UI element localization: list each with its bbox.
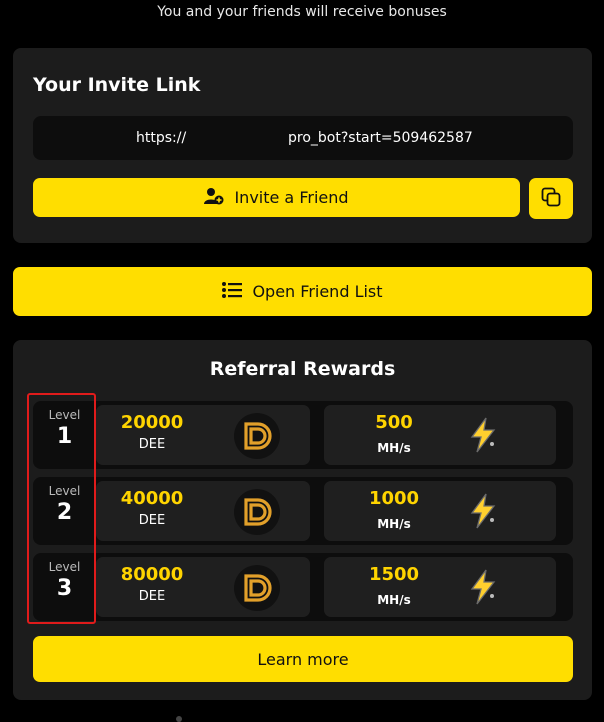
referral-rewards-card: Referral Rewards Level 1 20000 DEE 500 M… — [13, 340, 592, 700]
reward-row: Level 2 40000 DEE 1000 MH/s — [33, 477, 573, 545]
copy-icon — [541, 187, 561, 211]
hashrate-unit: MH/s — [377, 593, 411, 607]
lightning-icon — [470, 493, 496, 529]
copy-link-button[interactable] — [529, 178, 573, 219]
dee-coin-icon — [234, 565, 280, 611]
reward-row: Level 3 80000 DEE 1500 MH/s — [33, 553, 573, 621]
dee-coin-icon — [234, 413, 280, 459]
hashrate-amount: 1000 — [368, 488, 420, 509]
level-highlight-box — [27, 393, 96, 624]
dee-unit: DEE — [138, 437, 166, 452]
add-user-icon — [204, 187, 224, 209]
page-subtitle: You and your friends will receive bonuse… — [157, 4, 447, 20]
hashrate-unit: MH/s — [377, 441, 411, 455]
hashrate-unit: MH/s — [377, 517, 411, 531]
hashrate-reward: 500 MH/s — [324, 405, 556, 465]
learn-more-label: Learn more — [257, 649, 349, 669]
invite-friend-label: Invite a Friend — [234, 188, 349, 207]
reward-row: Level 1 20000 DEE 500 MH/s — [33, 401, 573, 469]
open-friend-list-label: Open Friend List — [252, 282, 383, 301]
dee-reward: 80000 DEE — [96, 557, 310, 617]
learn-more-button[interactable]: Learn more — [33, 636, 573, 682]
dee-coin-icon — [234, 489, 280, 535]
invite-link-suffix: pro_bot?start=509462587 — [288, 130, 473, 146]
referral-rewards-title: Referral Rewards — [209, 358, 396, 380]
dee-amount: 20000 — [120, 412, 184, 433]
invite-link-title: Your Invite Link — [33, 74, 201, 96]
hashrate-amount: 1500 — [368, 564, 420, 585]
dee-reward: 40000 DEE — [96, 481, 310, 541]
invite-link-field[interactable]: https:// pro_bot?start=509462587 — [33, 116, 573, 160]
bottom-indicator — [176, 716, 182, 722]
hashrate-reward: 1000 MH/s — [324, 481, 556, 541]
invite-link-card: Your Invite Link https:// pro_bot?start=… — [13, 48, 592, 243]
dee-amount: 80000 — [120, 564, 184, 585]
list-icon — [222, 281, 243, 302]
dee-unit: DEE — [138, 513, 166, 528]
invite-link-prefix: https:// — [136, 130, 187, 146]
dee-amount: 40000 — [120, 488, 184, 509]
lightning-icon — [470, 569, 496, 605]
invite-friend-button[interactable]: Invite a Friend — [33, 178, 520, 217]
dee-unit: DEE — [138, 589, 166, 604]
open-friend-list-button[interactable]: Open Friend List — [13, 267, 592, 316]
hashrate-amount: 500 — [375, 412, 413, 433]
lightning-icon — [470, 417, 496, 453]
dee-reward: 20000 DEE — [96, 405, 310, 465]
hashrate-reward: 1500 MH/s — [324, 557, 556, 617]
